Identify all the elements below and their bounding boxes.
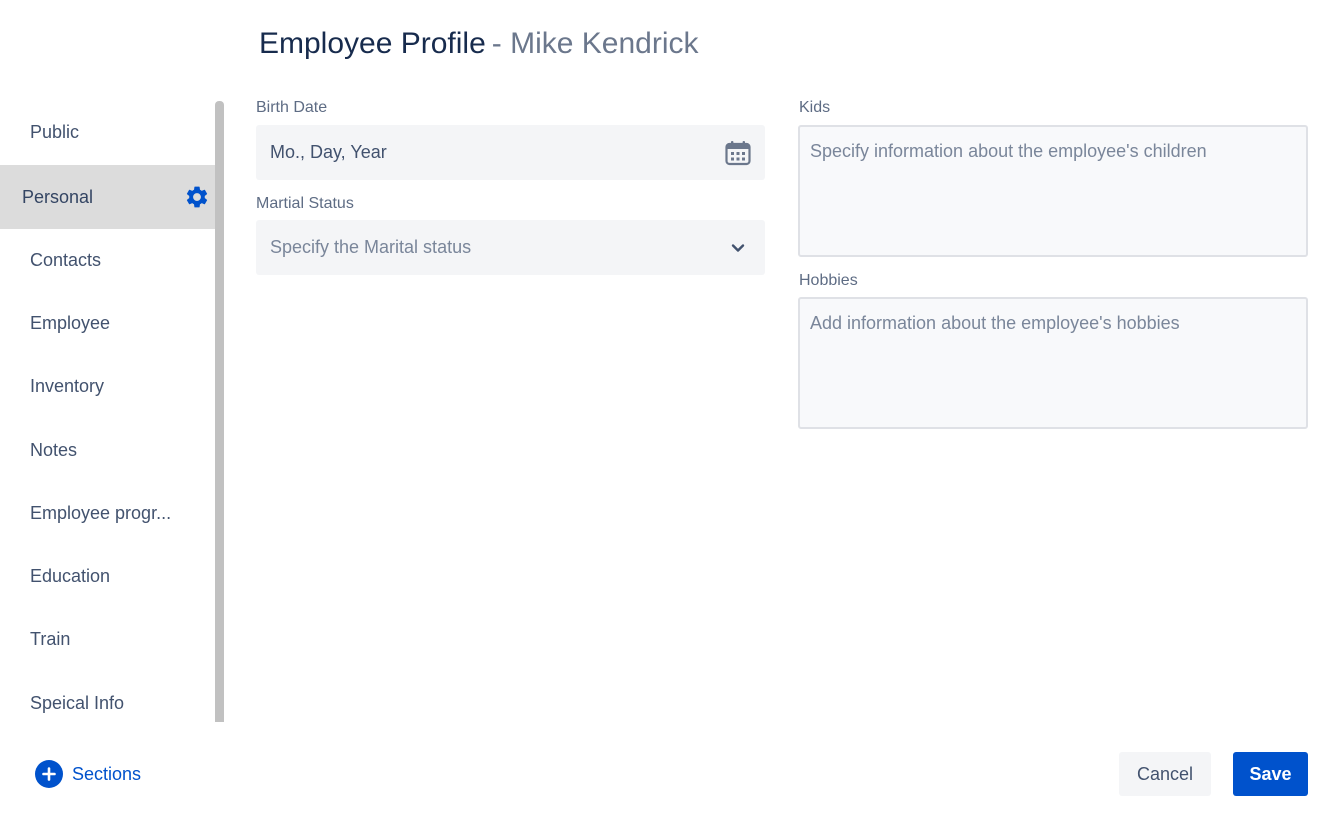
add-sections-button[interactable]: Sections [35, 760, 141, 788]
page-title: Employee Profile - Mike Kendrick [259, 26, 699, 62]
marital-status-placeholder: Specify the Marital status [270, 237, 472, 257]
kids-textarea[interactable]: Specify information about the employee's… [798, 125, 1308, 257]
birth-date-placeholder: Mo., Day, Year [270, 142, 387, 162]
birth-date-input[interactable]: Mo., Day, Year [256, 125, 765, 180]
marital-status-label: Martial Status [256, 195, 354, 212]
hobbies-placeholder: Add information about the employee's hob… [810, 313, 1180, 333]
kids-label: Kids [799, 99, 831, 116]
sidebar-item-contacts[interactable]: Contacts [0, 228, 215, 292]
birth-date-label: Birth Date [256, 99, 328, 116]
sidebar-item-notes[interactable]: Notes [0, 418, 215, 482]
sidebar-item-education[interactable]: Education [0, 544, 215, 608]
sidebar-item-label: Personal [22, 186, 94, 207]
employee-name: - Mike Kendrick [491, 27, 699, 60]
kids-placeholder: Specify information about the employee's… [810, 141, 1207, 161]
page-title-main: Employee Profile [259, 27, 486, 60]
chevron-down-icon [731, 243, 745, 252]
sidebar-item-label: Train [30, 628, 71, 649]
plus-circle-icon [35, 760, 63, 788]
sidebar-item-public[interactable]: Public [0, 100, 215, 164]
sections-sidebar: Public Personal Contacts Employee Invent… [0, 100, 215, 722]
sidebar-item-label: Notes [30, 439, 78, 460]
add-sections-label: Sections [72, 763, 142, 784]
sidebar-scrollbar[interactable] [215, 101, 224, 722]
calendar-icon[interactable] [725, 140, 751, 166]
sidebar-item-label: Education [30, 565, 111, 586]
sidebar-item-label: Public [30, 121, 80, 142]
save-button[interactable]: Save [1233, 752, 1308, 796]
sidebar-item-special-info[interactable]: Speical Info [0, 671, 215, 735]
sidebar-item-inventory[interactable]: Inventory [0, 354, 215, 418]
marital-status-select[interactable]: Specify the Marital status [256, 220, 765, 275]
sidebar-item-label: Contacts [30, 249, 102, 270]
sidebar-item-label: Speical Info [30, 692, 125, 713]
sidebar-item-employee[interactable]: Employee [0, 291, 215, 355]
gear-icon[interactable] [184, 184, 210, 210]
sidebar-item-label: Inventory [30, 375, 105, 396]
sidebar-item-train[interactable]: Train [0, 607, 215, 671]
sidebar-item-employee-progress[interactable]: Employee progr... [0, 481, 215, 545]
sidebar-item-personal[interactable]: Personal [0, 165, 215, 229]
hobbies-textarea[interactable]: Add information about the employee's hob… [798, 297, 1308, 429]
cancel-button[interactable]: Cancel [1119, 752, 1211, 796]
sidebar-item-label: Employee progr... [30, 502, 172, 523]
sidebar-item-label: Employee [30, 312, 111, 333]
hobbies-label: Hobbies [799, 272, 858, 289]
